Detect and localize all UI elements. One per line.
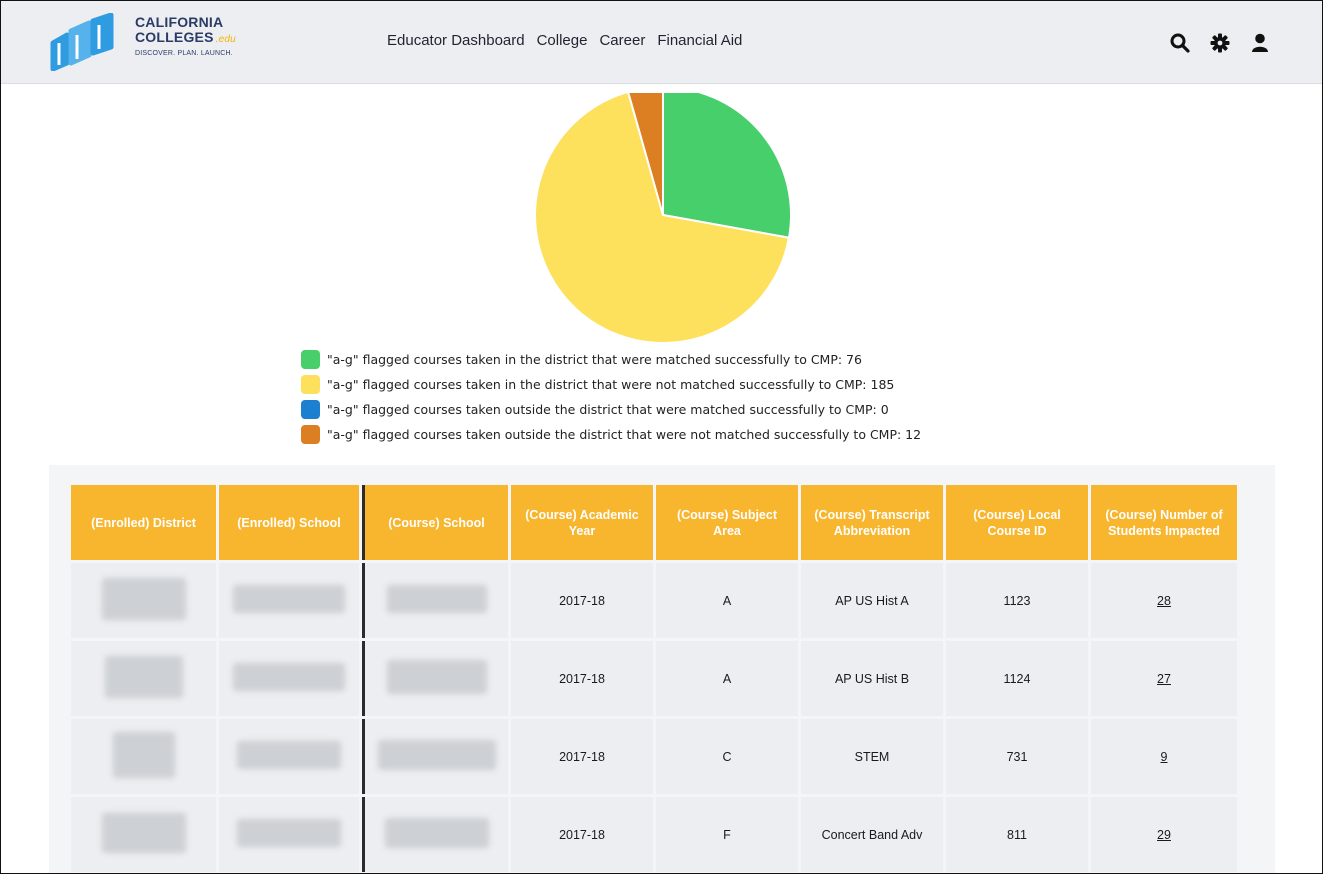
logo-edu: .edu (215, 34, 236, 45)
logo-colleges: COLLEGES (135, 29, 214, 45)
cell-course-id: 1123 (946, 563, 1088, 638)
redacted-value (101, 812, 186, 853)
cell-year: 2017-18 (511, 563, 653, 638)
cell-course-id: 811 (946, 797, 1088, 872)
header-enrolled-school[interactable]: (Enrolled) School (219, 485, 359, 560)
nav-career[interactable]: Career (599, 32, 645, 49)
redacted-value (386, 584, 487, 613)
pie-chart (521, 85, 811, 344)
redacted-value (237, 818, 341, 847)
header-academic-year[interactable]: (Course) Academic Year (511, 485, 653, 560)
search-icon[interactable] (1168, 31, 1192, 55)
legend-label: "a-g" flagged courses taken in the distr… (327, 377, 895, 392)
legend-swatch (301, 400, 320, 419)
cell-abbrev: Concert Band Adv (801, 797, 943, 872)
header-course-school[interactable]: (Course) School (362, 485, 508, 560)
cell-abbrev: AP US Hist B (801, 641, 943, 716)
students-link[interactable]: 9 (1161, 750, 1168, 764)
students-link[interactable]: 28 (1157, 594, 1171, 608)
main-nav: Educator Dashboard College Career Financ… (387, 32, 754, 49)
cell-course-id: 1124 (946, 641, 1088, 716)
redacted-value (233, 584, 345, 613)
redacted-value (104, 655, 183, 698)
app-window: CALIFORNIA COLLEGES .edu DISCOVER. PLAN. … (0, 0, 1323, 874)
cell-district (71, 719, 216, 794)
table-row[interactable]: 2017-18 A AP US Hist B 1124 27 (71, 641, 1237, 716)
header-subject-area[interactable]: (Course) Subject Area (656, 485, 798, 560)
legend-swatch (301, 425, 320, 444)
california-colleges-logo[interactable]: CALIFORNIA COLLEGES .edu DISCOVER. PLAN. … (49, 11, 279, 75)
cell-students: 9 (1091, 719, 1237, 794)
legend-item[interactable]: "a-g" flagged courses taken outside the … (301, 422, 921, 447)
legend-item[interactable]: "a-g" flagged courses taken in the distr… (301, 347, 921, 372)
logo-text: CALIFORNIA COLLEGES .edu DISCOVER. PLAN. … (135, 14, 236, 58)
cell-students: 28 (1091, 563, 1237, 638)
table-row[interactable]: 2017-18 F Concert Band Adv 811 29 (71, 797, 1237, 872)
chart-legend: "a-g" flagged courses taken in the distr… (301, 347, 921, 447)
pie-chart-svg (534, 85, 792, 344)
redacted-value (384, 817, 489, 848)
header-icons (1168, 31, 1272, 55)
cell-subject: A (656, 563, 798, 638)
redacted-value (101, 577, 186, 620)
header-local-course-id[interactable]: (Course) Local Course ID (946, 485, 1088, 560)
legend-label: "a-g" flagged courses taken in the distr… (327, 352, 862, 367)
logo-line2: COLLEGES .edu (135, 30, 236, 47)
cell-course-school (362, 719, 508, 794)
legend-item[interactable]: "a-g" flagged courses taken in the distr… (301, 372, 921, 397)
redacted-value (237, 740, 341, 769)
cell-subject: C (656, 719, 798, 794)
table-row[interactable]: 2017-18 A AP US Hist A 1123 28 (71, 563, 1237, 638)
top-navigation-bar: CALIFORNIA COLLEGES .edu DISCOVER. PLAN. … (1, 1, 1322, 84)
nav-financial-aid[interactable]: Financial Aid (657, 32, 742, 49)
cell-subject: F (656, 797, 798, 872)
cell-students: 29 (1091, 797, 1237, 872)
cell-school (219, 797, 359, 872)
cell-course-id: 731 (946, 719, 1088, 794)
logo-mark-icon (50, 13, 114, 71)
course-table: (Enrolled) District (Enrolled) School (C… (68, 482, 1240, 873)
cell-course-school (362, 563, 508, 638)
cell-subject: A (656, 641, 798, 716)
course-table-panel: (Enrolled) District (Enrolled) School (C… (49, 465, 1275, 873)
cell-course-school (362, 641, 508, 716)
logo-line1: CALIFORNIA (135, 14, 224, 30)
legend-label: "a-g" flagged courses taken outside the … (327, 427, 922, 442)
cell-district (71, 563, 216, 638)
cell-course-school (362, 797, 508, 872)
nav-educator-dashboard[interactable]: Educator Dashboard (387, 32, 525, 49)
redacted-value (233, 662, 345, 691)
user-icon[interactable] (1248, 31, 1272, 55)
logo-tagline: DISCOVER. PLAN. LAUNCH. (135, 50, 233, 57)
cell-district (71, 641, 216, 716)
students-link[interactable]: 27 (1157, 672, 1171, 686)
cell-school (219, 719, 359, 794)
cell-abbrev: STEM (801, 719, 943, 794)
table-header-row: (Enrolled) District (Enrolled) School (C… (71, 485, 1237, 560)
table-row[interactable]: 2017-18 C STEM 731 9 (71, 719, 1237, 794)
cell-year: 2017-18 (511, 641, 653, 716)
cell-school (219, 563, 359, 638)
header-enrolled-district[interactable]: (Enrolled) District (71, 485, 216, 560)
cell-year: 2017-18 (511, 797, 653, 872)
header-students-impacted[interactable]: (Course) Number of Students Impacted (1091, 485, 1237, 560)
redacted-value (112, 731, 175, 778)
legend-item[interactable]: "a-g" flagged courses taken outside the … (301, 397, 921, 422)
legend-swatch (301, 350, 320, 369)
cell-abbrev: AP US Hist A (801, 563, 943, 638)
cell-year: 2017-18 (511, 719, 653, 794)
nav-college[interactable]: College (537, 32, 588, 49)
legend-label: "a-g" flagged courses taken outside the … (327, 402, 889, 417)
header-transcript-abbreviation[interactable]: (Course) Transcript Abbreviation (801, 485, 943, 560)
legend-swatch (301, 375, 320, 394)
pie-slice[interactable] (662, 85, 792, 239)
cell-district (71, 797, 216, 872)
redacted-value (377, 739, 496, 770)
redacted-value (386, 659, 487, 694)
cell-students: 27 (1091, 641, 1237, 716)
students-link[interactable]: 29 (1157, 828, 1171, 842)
cell-school (219, 641, 359, 716)
gear-icon[interactable] (1208, 31, 1232, 55)
